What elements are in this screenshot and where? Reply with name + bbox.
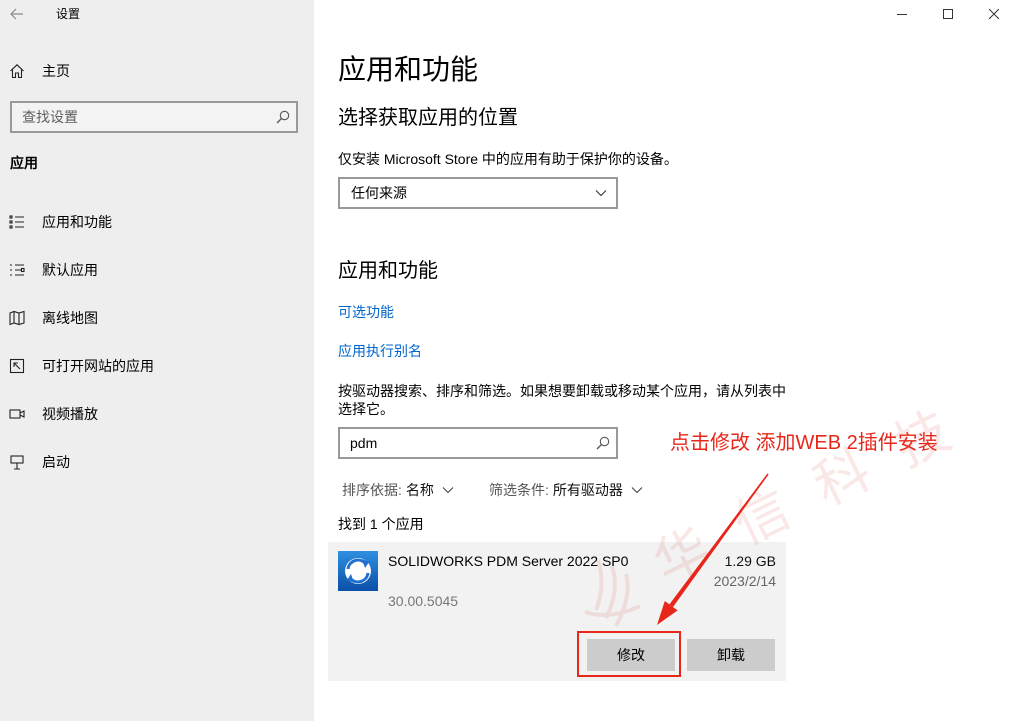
result-count: 找到 1 个应用 [338, 516, 424, 532]
startup-icon [9, 454, 25, 470]
back-arrow-icon [10, 8, 24, 20]
chevron-down-icon [631, 486, 643, 494]
home-icon [9, 63, 25, 79]
sidebar-home-label: 主页 [42, 63, 70, 79]
apps-section-heading: 应用和功能 [338, 260, 438, 282]
sidebar: 设置 主页 应用 应用和功能 默认应用 离线地图 可打开网站的 [0, 0, 314, 721]
search-icon[interactable] [276, 110, 290, 124]
maximize-button[interactable] [925, 0, 971, 29]
uninstall-button[interactable]: 卸载 [687, 639, 775, 671]
app-execution-aliases-link[interactable]: 应用执行别名 [338, 341, 422, 361]
install-source-description: 仅安装 Microsoft Store 中的应用有助于保护你的设备。 [338, 151, 678, 167]
filter-by-dropdown[interactable]: 筛选条件: 所有驱动器 [489, 480, 643, 500]
sidebar-item-label: 应用和功能 [42, 214, 112, 230]
app-install-date: 2023/2/14 [713, 573, 776, 589]
sidebar-item-apps-for-websites[interactable]: 可打开网站的应用 [0, 342, 314, 390]
sidebar-item-apps-features[interactable]: 应用和功能 [0, 198, 314, 246]
annotation-text: 点击修改 添加WEB 2插件安装 [670, 432, 938, 454]
maximize-icon [943, 9, 953, 19]
filter-by-value: 所有驱动器 [552, 482, 623, 498]
settings-search-input[interactable] [12, 103, 296, 131]
filter-by-label: 筛选条件: [489, 482, 549, 498]
app-name: SOLIDWORKS PDM Server 2022 SP0 [388, 553, 629, 569]
close-button[interactable] [971, 0, 1017, 29]
sort-by-value: 名称 [405, 482, 434, 498]
install-source-selected: 任何来源 [351, 185, 407, 201]
window-title: 设置 [56, 7, 81, 21]
sidebar-item-label: 启动 [42, 454, 70, 470]
sidebar-item-offline-maps[interactable]: 离线地图 [0, 294, 314, 342]
sidebar-item-video-playback[interactable]: 视频播放 [0, 390, 314, 438]
sort-by-label: 排序依据: [342, 482, 402, 498]
modify-button[interactable]: 修改 [587, 639, 675, 671]
optional-features-link[interactable]: 可选功能 [338, 302, 394, 322]
chevron-down-icon [442, 486, 454, 494]
sidebar-item-default-apps[interactable]: 默认应用 [0, 246, 314, 294]
sidebar-item-label: 默认应用 [42, 262, 98, 278]
sidebar-item-label: 离线地图 [42, 310, 98, 326]
apps-for-websites-icon [9, 358, 25, 374]
sort-by-dropdown[interactable]: 排序依据: 名称 [342, 480, 454, 500]
default-apps-icon [9, 262, 25, 278]
video-playback-icon [9, 406, 25, 422]
offline-maps-icon [9, 310, 25, 326]
apps-features-icon [9, 214, 25, 230]
sidebar-item-startup[interactable]: 启动 [0, 438, 314, 486]
minimize-icon [897, 9, 907, 19]
app-search-box[interactable] [338, 427, 618, 459]
apps-section-description: 按驱动器搜索、排序和筛选。如果想要卸载或移动某个应用，请从列表中选择它。 [338, 383, 786, 417]
back-button[interactable] [0, 0, 36, 29]
app-list-item[interactable]: SOLIDWORKS PDM Server 2022 SP0 1.29 GB 2… [328, 542, 786, 681]
install-source-dropdown[interactable]: 任何来源 [338, 177, 618, 209]
sidebar-home[interactable]: 主页 [0, 55, 314, 87]
app-version: 30.00.5045 [388, 593, 459, 609]
search-icon[interactable] [596, 436, 610, 450]
settings-search-box[interactable] [10, 101, 298, 133]
page-title: 应用和功能 [338, 54, 479, 85]
install-source-heading: 选择获取应用的位置 [338, 107, 518, 129]
chevron-down-icon [595, 189, 607, 197]
app-search-input[interactable] [340, 429, 616, 457]
sidebar-item-label: 可打开网站的应用 [42, 358, 154, 374]
close-icon [989, 9, 999, 19]
sidebar-item-label: 视频播放 [42, 406, 98, 422]
solidworks-pdm-icon [338, 551, 378, 591]
sidebar-section-title: 应用 [10, 155, 38, 171]
minimize-button[interactable] [879, 0, 925, 29]
app-size: 1.29 GB [724, 553, 776, 569]
